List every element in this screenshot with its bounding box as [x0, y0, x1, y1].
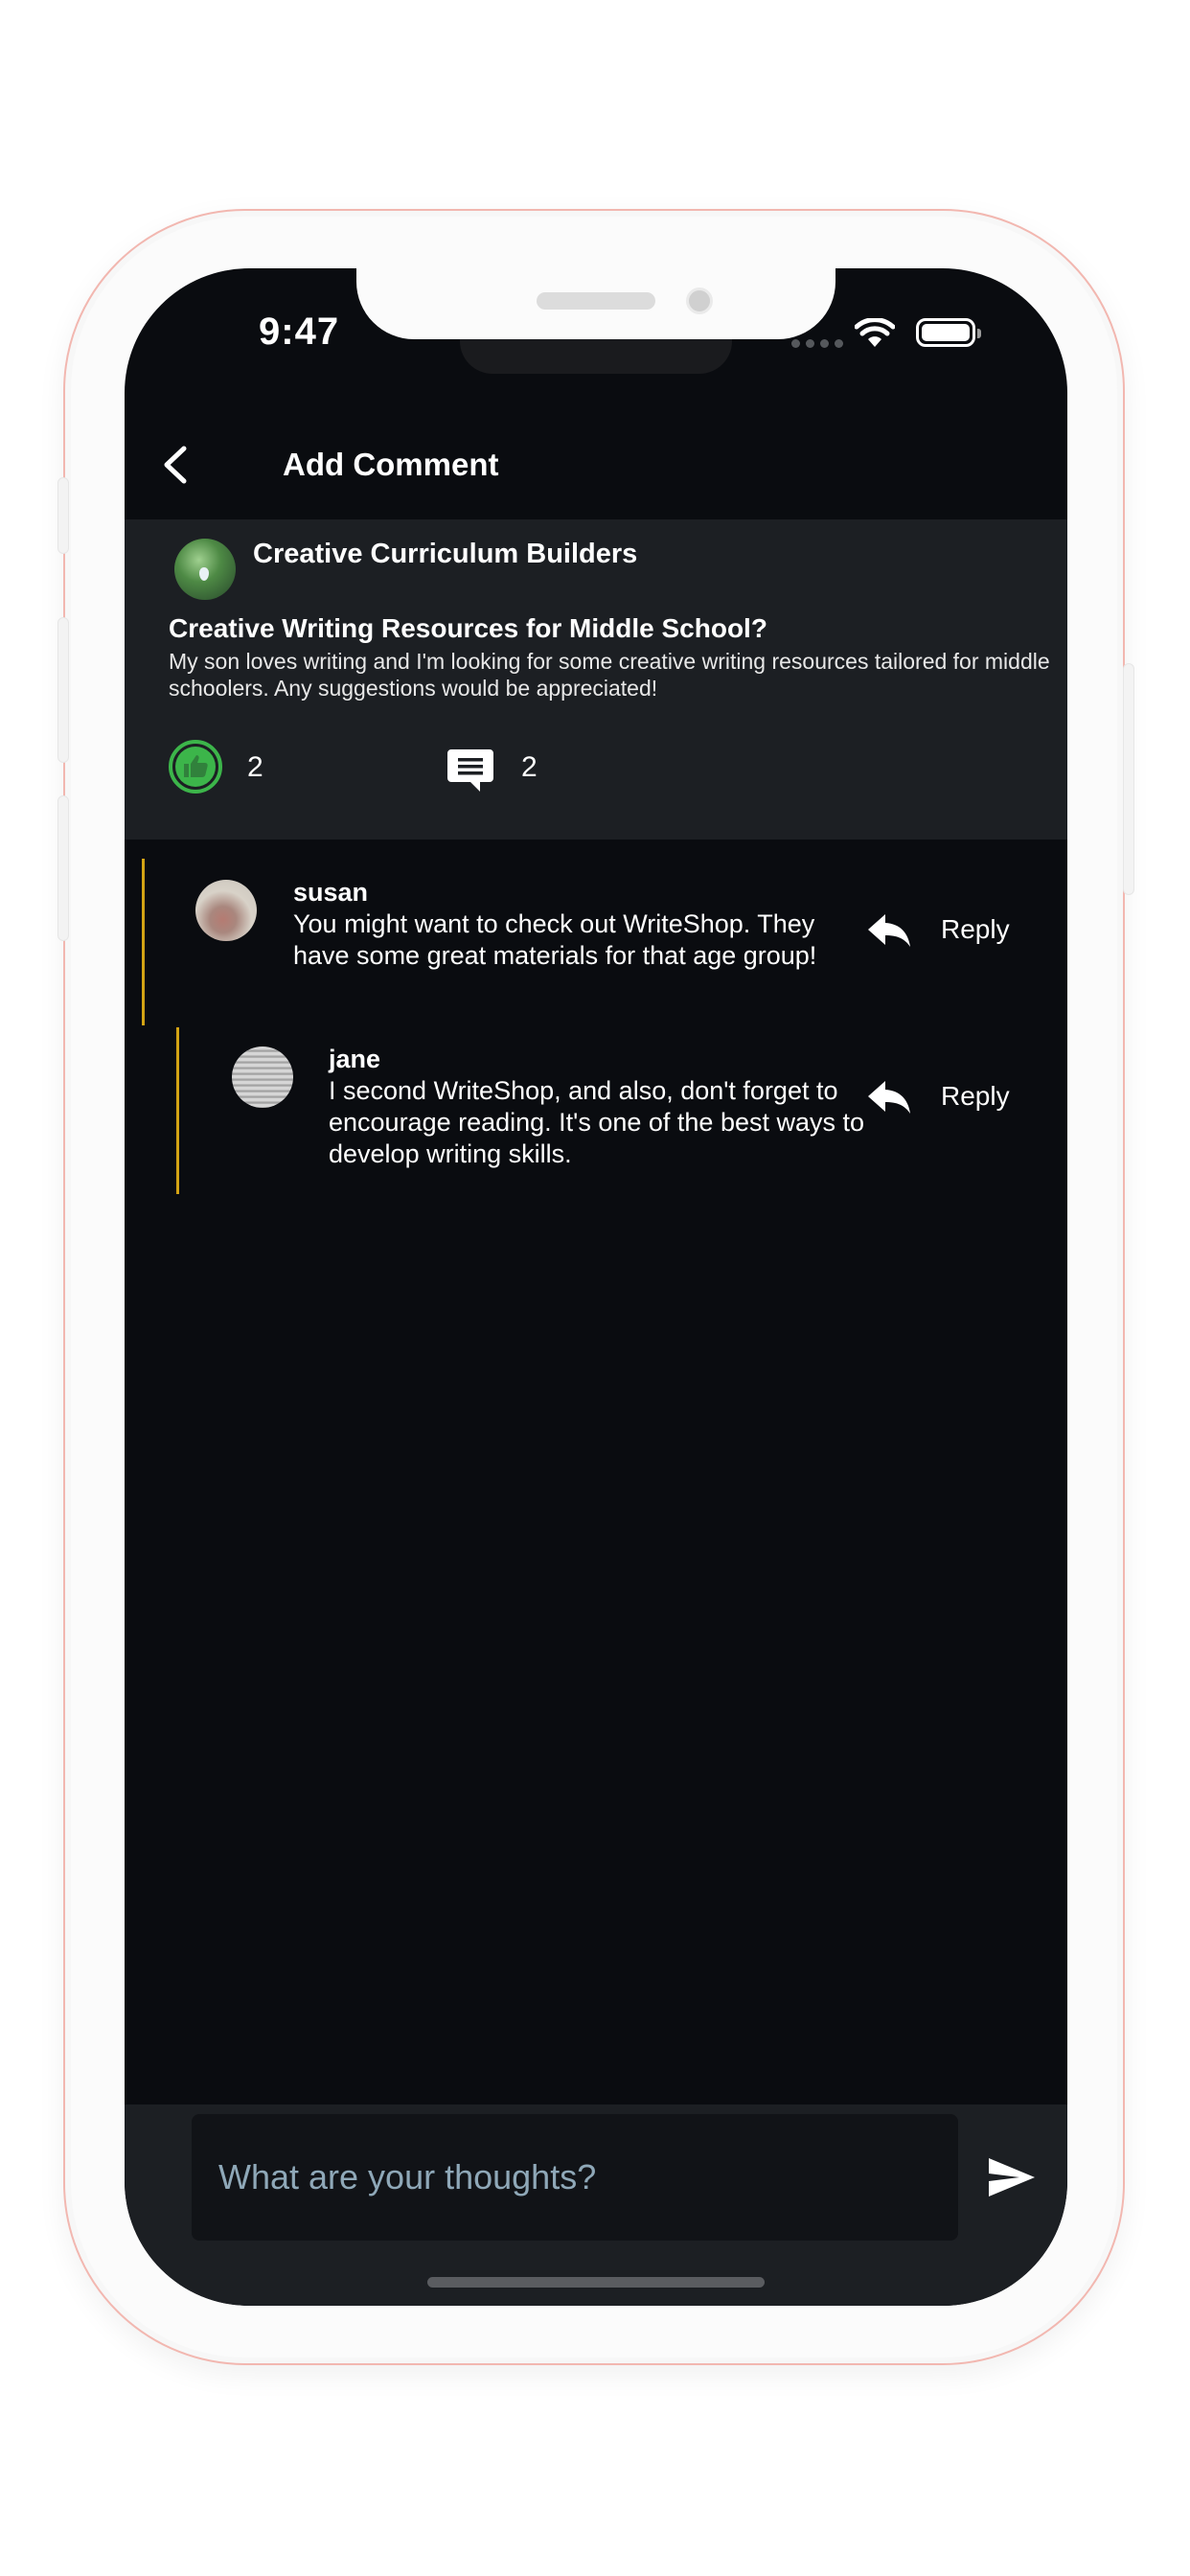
volume-up-button	[57, 617, 69, 763]
comment-jane: jane I second WriteShop, and also, don't…	[125, 1027, 1067, 1198]
like-count: 2	[247, 751, 263, 783]
avatar[interactable]	[232, 1046, 293, 1108]
reply-label: Reply	[941, 914, 1010, 944]
post-title: Creative Writing Resources for Middle Sc…	[169, 613, 767, 643]
group-avatar[interactable]	[174, 539, 236, 600]
power-button	[1123, 663, 1134, 895]
avatar[interactable]	[195, 880, 257, 941]
reply-label: Reply	[941, 1081, 1010, 1111]
speaker-grille	[537, 292, 655, 310]
volume-down-button	[57, 795, 69, 941]
send-icon[interactable]	[987, 2156, 1037, 2198]
page-title: Add Comment	[283, 447, 499, 482]
cellular-signal-icon	[791, 339, 843, 348]
reply-arrow-icon	[868, 914, 910, 947]
home-indicator[interactable]	[427, 2277, 765, 2288]
group-name[interactable]: Creative Curriculum Builders	[253, 539, 637, 570]
comment-count: 2	[521, 751, 538, 783]
wifi-icon	[855, 318, 895, 347]
comment-susan: susan You might want to check out WriteS…	[125, 859, 1067, 1029]
nav-header: Add Comment	[125, 412, 1067, 519]
thread-line	[176, 1027, 179, 1194]
comment-author[interactable]: jane	[329, 1045, 380, 1074]
thread-line	[142, 859, 145, 1025]
reply-button[interactable]: Reply	[866, 903, 1029, 960]
comment-text: You might want to check out WriteShop. T…	[293, 909, 817, 970]
comment-input[interactable]	[192, 2114, 958, 2241]
chevron-left-icon[interactable]	[153, 441, 201, 489]
notch-shadow	[460, 339, 732, 374]
status-time: 9:47	[259, 310, 340, 353]
post-card: Creative Curriculum Builders Creative Wr…	[125, 519, 1067, 840]
thumbs-up-icon[interactable]	[167, 738, 224, 795]
comment-text: I second WriteShop, and also, don't forg…	[329, 1076, 865, 1168]
post-body: My son loves writing and I'm looking for…	[169, 649, 1050, 701]
chat-bubble-icon[interactable]	[446, 746, 494, 795]
reply-button[interactable]: Reply	[866, 1070, 1029, 1127]
front-camera	[686, 288, 713, 314]
app-screen: 9:47 Add Comment Creative Curriculum Bui…	[125, 268, 1067, 2306]
comment-author[interactable]: susan	[293, 878, 368, 908]
silent-switch	[57, 477, 69, 554]
battery-icon	[916, 318, 981, 347]
composer-bar	[125, 2104, 1067, 2306]
reply-arrow-icon	[868, 1081, 910, 1114]
